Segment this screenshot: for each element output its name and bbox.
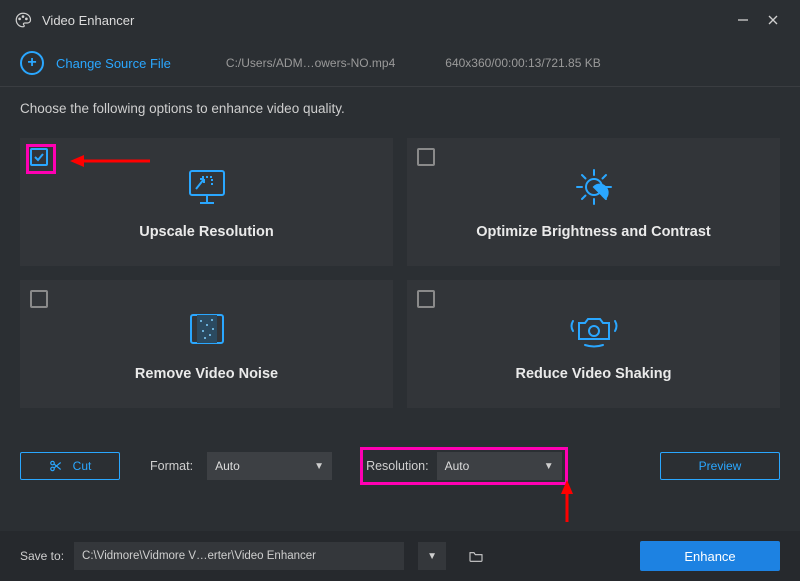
chevron-down-icon: ▼ <box>314 461 324 472</box>
card-label: Optimize Brightness and Contrast <box>476 224 710 240</box>
checkbox[interactable] <box>30 148 48 166</box>
checkbox[interactable] <box>30 290 48 308</box>
change-source-button[interactable]: + Change Source File <box>20 51 171 75</box>
sun-icon <box>569 164 619 210</box>
card-label: Remove Video Noise <box>135 366 278 382</box>
film-noise-icon <box>183 306 231 352</box>
annotation-arrow-icon <box>70 154 150 168</box>
palette-icon <box>12 9 34 31</box>
source-file-bar: + Change Source File C:/Users/ADM…owers-… <box>0 40 800 86</box>
options-toolbar: Cut Format: Auto ▼ Resolution: Auto ▼ Pr… <box>0 444 800 488</box>
cut-button[interactable]: Cut <box>20 452 120 480</box>
plus-circle-icon: + <box>20 51 44 75</box>
enhance-button[interactable]: Enhance <box>640 541 780 571</box>
cut-label: Cut <box>73 459 92 473</box>
instruction-text: Choose the following options to enhance … <box>0 101 800 116</box>
format-label: Format: <box>150 459 193 473</box>
footer-bar: Save to: C:\Vidmore\Vidmore V…erter\Vide… <box>0 531 800 581</box>
resolution-value: Auto <box>445 459 470 473</box>
chevron-down-icon: ▼ <box>544 461 554 472</box>
enhance-label: Enhance <box>684 549 735 564</box>
card-reduce-shaking[interactable]: Reduce Video Shaking <box>407 280 780 408</box>
resolution-label: Resolution: <box>366 459 429 473</box>
preview-button[interactable]: Preview <box>660 452 780 480</box>
scissors-icon <box>49 459 63 473</box>
preview-label: Preview <box>699 459 742 473</box>
format-value: Auto <box>215 459 240 473</box>
change-source-label: Change Source File <box>56 56 171 71</box>
checkbox[interactable] <box>417 148 435 166</box>
source-meta: 640x360/00:00:13/721.85 KB <box>445 56 600 70</box>
chevron-down-icon: ▼ <box>427 551 437 562</box>
window-title: Video Enhancer <box>42 13 134 28</box>
save-path-field[interactable]: C:\Vidmore\Vidmore V…erter\Video Enhance… <box>74 542 404 570</box>
camera-shake-icon <box>567 306 621 352</box>
card-label: Reduce Video Shaking <box>515 366 671 382</box>
checkbox[interactable] <box>417 290 435 308</box>
card-upscale-resolution[interactable]: Upscale Resolution <box>20 138 393 266</box>
monitor-up-icon <box>182 164 232 210</box>
folder-icon <box>468 549 484 563</box>
title-bar: Video Enhancer <box>0 0 800 40</box>
resolution-dropdown[interactable]: Auto ▼ <box>437 452 562 480</box>
format-dropdown[interactable]: Auto ▼ <box>207 452 332 480</box>
divider <box>0 86 800 87</box>
source-path: C:/Users/ADM…owers-NO.mp4 <box>226 56 395 70</box>
save-path-dropdown[interactable]: ▼ <box>418 542 446 570</box>
card-remove-noise[interactable]: Remove Video Noise <box>20 280 393 408</box>
save-path-value: C:\Vidmore\Vidmore V…erter\Video Enhance… <box>82 550 316 562</box>
open-folder-button[interactable] <box>462 542 490 570</box>
close-button[interactable] <box>758 5 788 35</box>
enhancement-cards: Upscale Resolution Optimize Brigh <box>0 116 800 408</box>
save-to-label: Save to: <box>20 549 64 563</box>
card-label: Upscale Resolution <box>139 224 274 240</box>
card-optimize-brightness[interactable]: Optimize Brightness and Contrast <box>407 138 780 266</box>
minimize-button[interactable] <box>728 5 758 35</box>
